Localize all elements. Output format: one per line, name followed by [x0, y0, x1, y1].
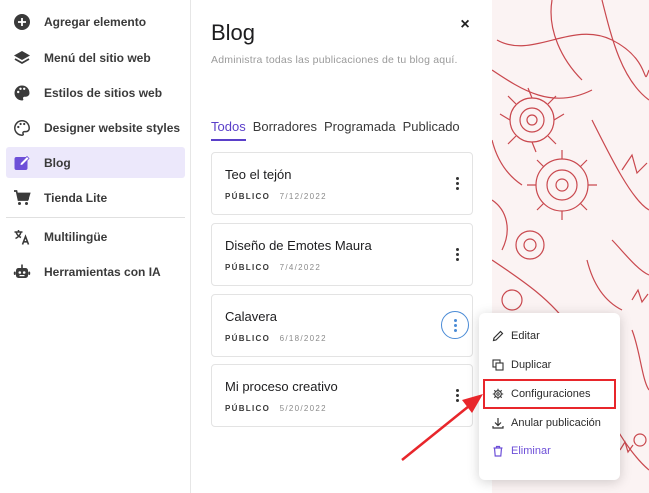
sidebar-item-designer-styles[interactable]: Designer website styles — [6, 112, 185, 143]
page-title: Blog — [211, 20, 256, 45]
post-card[interactable]: Teo el tejón PÚBLICO 7/12/2022 — [211, 152, 473, 215]
post-meta: PÚBLICO 5/20/2022 — [225, 404, 327, 413]
menu-item-duplicar[interactable]: Duplicar — [479, 351, 620, 379]
menu-item-label: Editar — [511, 330, 540, 342]
post-card[interactable]: Mi proceso creativo PÚBLICO 5/20/2022 — [211, 364, 473, 427]
post-status: PÚBLICO — [225, 192, 271, 201]
pencil-square-icon — [12, 153, 32, 173]
sidebar-item-label: Blog — [44, 155, 71, 170]
sidebar-item-label: Agregar elemento — [44, 14, 147, 29]
tab-publicado[interactable]: Publicado — [403, 119, 460, 141]
menu-item-anular-publicacion[interactable]: Anular publicación — [479, 409, 620, 437]
post-card[interactable]: Diseño de Emotes Maura PÚBLICO 7/4/2022 — [211, 223, 473, 286]
post-title: Teo el tejón — [225, 167, 292, 182]
translate-icon — [12, 227, 32, 247]
highlight-box — [483, 379, 616, 409]
more-options-icon[interactable] — [452, 385, 462, 405]
plus-circle-icon — [12, 12, 32, 32]
sidebar-item-label: Designer website styles — [44, 120, 181, 135]
post-title: Mi proceso creativo — [225, 379, 338, 394]
post-card[interactable]: Calavera PÚBLICO 6/18/2022 — [211, 294, 473, 357]
more-options-icon[interactable] — [441, 311, 469, 339]
sidebar-item-label: Tienda Lite — [44, 190, 108, 205]
menu-item-editar[interactable]: Editar — [479, 322, 620, 350]
more-options-icon[interactable] — [452, 244, 462, 264]
palette-icon — [12, 83, 32, 103]
cart-icon — [12, 188, 32, 208]
post-date: 6/18/2022 — [279, 334, 327, 343]
menu-item-eliminar[interactable]: Eliminar — [479, 437, 620, 465]
menu-item-label: Anular publicación — [511, 417, 601, 429]
close-button[interactable]: × — [456, 16, 474, 36]
robot-icon — [12, 262, 32, 282]
sidebar-item-menu-sitio[interactable]: Menú del sitio web — [6, 42, 185, 73]
tab-borradores[interactable]: Borradores — [253, 119, 317, 141]
post-status: PÚBLICO — [225, 404, 271, 413]
tab-programada[interactable]: Programada — [324, 119, 396, 141]
trash-icon — [491, 444, 505, 458]
sidebar-item-herramientas-ia[interactable]: Herramientas con IA — [6, 256, 185, 287]
sidebar-item-multilingue[interactable]: Multilingüe — [6, 221, 185, 252]
post-meta: PÚBLICO 7/4/2022 — [225, 263, 321, 272]
sidebar-item-label: Multilingüe — [44, 229, 108, 244]
sidebar-item-estilos[interactable]: Estilos de sitios web — [6, 77, 185, 108]
tab-bar: Todos Borradores Programada Publicado — [211, 119, 467, 141]
sidebar-item-label: Herramientas con IA — [44, 264, 161, 279]
post-meta: PÚBLICO 6/18/2022 — [225, 334, 327, 343]
sidebar-item-label: Estilos de sitios web — [44, 85, 163, 100]
post-status: PÚBLICO — [225, 334, 271, 343]
pencil-icon — [491, 329, 505, 343]
sidebar-item-tienda[interactable]: Tienda Lite — [6, 182, 185, 213]
download-icon — [491, 416, 505, 430]
more-options-icon[interactable] — [452, 173, 462, 193]
sidebar-item-blog[interactable]: Blog — [6, 147, 185, 178]
sidebar-divider — [6, 217, 185, 218]
post-title: Calavera — [225, 309, 278, 324]
menu-item-label: Duplicar — [511, 359, 552, 371]
post-status: PÚBLICO — [225, 263, 271, 272]
layers-icon — [12, 48, 32, 68]
palette-outline-icon — [12, 118, 32, 138]
blog-panel: Blog × Administra todas las publicacione… — [192, 0, 492, 493]
tab-todos[interactable]: Todos — [211, 119, 246, 141]
post-meta: PÚBLICO 7/12/2022 — [225, 192, 327, 201]
sidebar-item-label: Menú del sitio web — [44, 50, 151, 65]
duplicate-icon — [491, 358, 505, 372]
post-date: 5/20/2022 — [279, 404, 327, 413]
post-date: 7/12/2022 — [279, 192, 327, 201]
post-title: Diseño de Emotes Maura — [225, 238, 372, 253]
post-date: 7/4/2022 — [279, 263, 322, 272]
panel-description: Administra todas las publicaciones de tu… — [211, 54, 458, 66]
sidebar-item-agregar-elemento[interactable]: Agregar elemento — [6, 6, 185, 37]
menu-item-label: Eliminar — [511, 445, 551, 457]
sidebar: Agregar elemento Menú del sitio web Esti… — [0, 0, 191, 493]
